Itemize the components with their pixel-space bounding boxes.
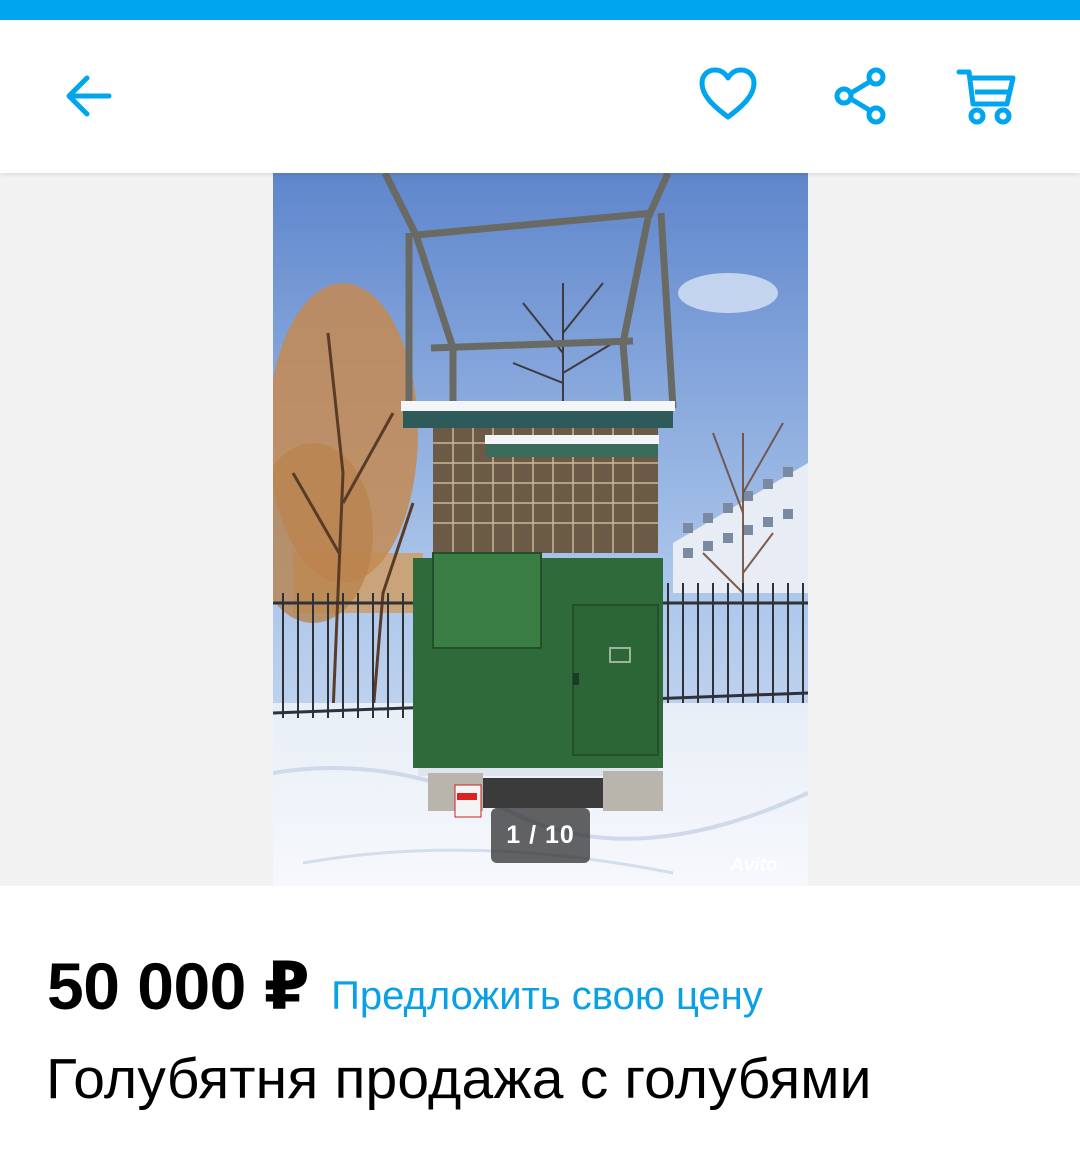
photo-counter: 1 / 10	[491, 808, 590, 863]
arrow-left-icon	[66, 75, 112, 117]
price: 50 000 ₽	[47, 949, 310, 1023]
offer-price-link[interactable]: Предложить свою цену	[331, 974, 763, 1019]
avito-watermark: Avito	[730, 855, 778, 876]
listing-title: Голубятня продажа с голубями	[46, 1047, 872, 1111]
listing-photo[interactable]	[273, 173, 808, 886]
price-row: 50 000 ₽ Предложить свою цену	[47, 948, 763, 1025]
photo-gallery[interactable]: 1 / 10 Avito	[0, 173, 1080, 886]
status-strip	[0, 0, 1080, 20]
cart-icon	[956, 69, 1016, 125]
back-button[interactable]	[52, 60, 124, 132]
cart-button[interactable]	[950, 60, 1022, 132]
listing-info: 50 000 ₽ Предложить свою цену Голубятня …	[0, 886, 1080, 1157]
share-icon	[834, 67, 886, 125]
favorite-button[interactable]	[692, 58, 764, 130]
share-button[interactable]	[824, 60, 896, 132]
heart-icon	[699, 67, 757, 120]
top-toolbar	[0, 20, 1080, 173]
